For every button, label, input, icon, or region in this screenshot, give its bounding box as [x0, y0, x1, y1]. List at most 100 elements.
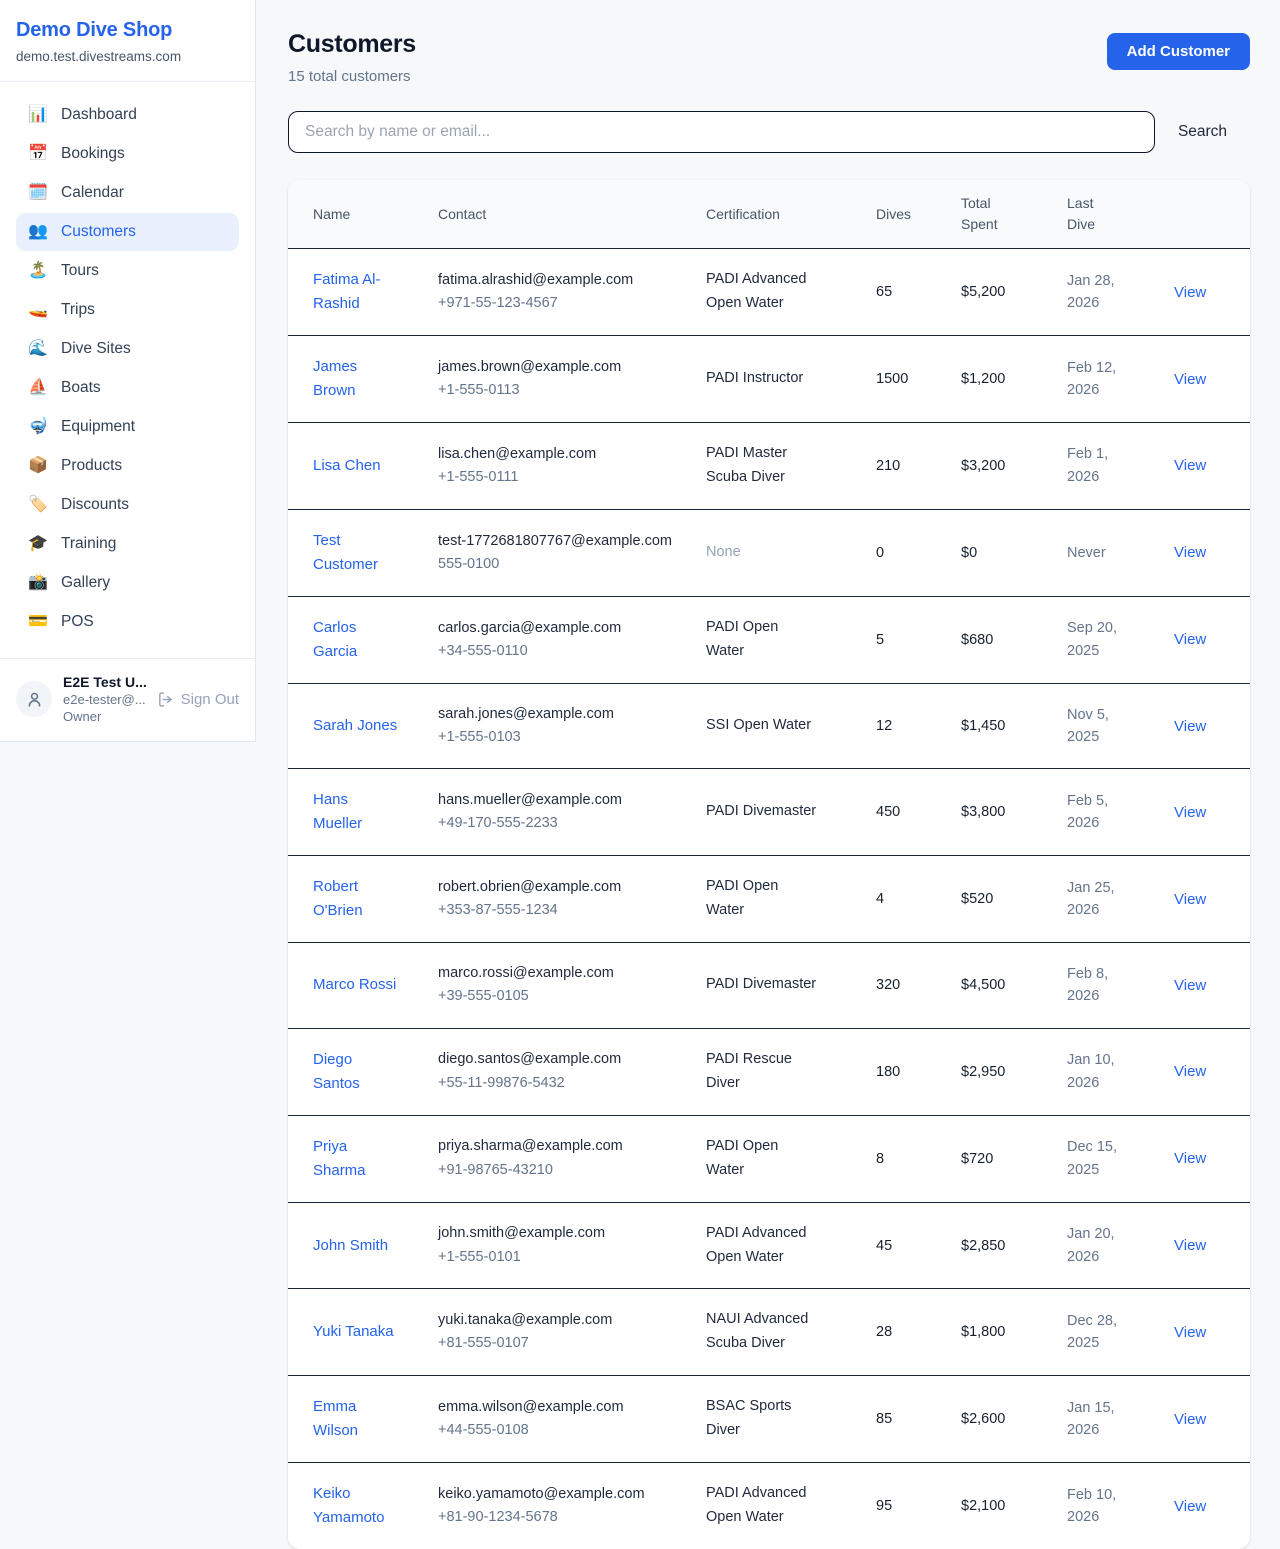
view-customer-link[interactable]: View — [1174, 804, 1206, 821]
customer-name-link[interactable]: Yuki Tanaka — [313, 1320, 394, 1344]
calendar-icon: 🗓️ — [28, 185, 48, 201]
view-customer-link[interactable]: View — [1174, 1237, 1206, 1254]
table-body: Fatima Al-Rashid fatima.alrashid@example… — [288, 249, 1250, 1549]
customer-dives: 85 — [876, 1376, 961, 1463]
view-customer-link[interactable]: View — [1174, 631, 1206, 648]
customers-icon: 👥 — [28, 224, 48, 240]
customer-name-link[interactable]: Sarah Jones — [313, 714, 397, 738]
view-customer-link[interactable]: View — [1174, 284, 1206, 301]
customer-dives: 320 — [876, 943, 961, 1028]
customer-name-link[interactable]: James Brown — [313, 355, 399, 403]
trips-icon: 🚤 — [28, 302, 48, 318]
user-name: E2E Test U... — [63, 674, 146, 690]
customer-email: robert.obrien@example.com — [438, 876, 694, 899]
customer-name-link[interactable]: Robert O'Brien — [313, 875, 399, 923]
column-header-certification: Certification — [706, 180, 876, 249]
search-button[interactable]: Search — [1155, 123, 1250, 141]
sidebar-item-calendar[interactable]: 🗓️ Calendar — [16, 174, 239, 212]
view-customer-link[interactable]: View — [1174, 1411, 1206, 1428]
customer-dives: 65 — [876, 249, 961, 336]
view-customer-link[interactable]: View — [1174, 718, 1206, 735]
sign-out-icon — [157, 691, 174, 708]
view-customer-link[interactable]: View — [1174, 544, 1206, 561]
customer-phone: +49-170-555-2233 — [438, 812, 694, 835]
customer-name-link[interactable]: Emma Wilson — [313, 1395, 399, 1443]
sidebar-item-trips[interactable]: 🚤 Trips — [16, 291, 239, 329]
sidebar-item-equipment[interactable]: 🤿 Equipment — [16, 408, 239, 446]
view-customer-link[interactable]: View — [1174, 891, 1206, 908]
table-row: Sarah Jones sarah.jones@example.com +1-5… — [288, 683, 1250, 768]
sidebar-item-products[interactable]: 📦 Products — [16, 447, 239, 485]
sidebar-item-customers[interactable]: 👥 Customers — [16, 213, 239, 251]
sidebar-item-training[interactable]: 🎓 Training — [16, 525, 239, 563]
customer-email: yuki.tanaka@example.com — [438, 1309, 694, 1332]
customer-phone: +91-98765-43210 — [438, 1159, 694, 1182]
page-title: Customers — [288, 30, 416, 59]
customer-last-dive: Dec 28, 2025 — [1067, 1289, 1174, 1376]
customer-name-link[interactable]: Marco Rossi — [313, 973, 396, 997]
customer-name-link[interactable]: Test Customer — [313, 529, 399, 577]
customer-total-spent: $5,200 — [961, 249, 1067, 336]
customer-phone: +81-90-1234-5678 — [438, 1506, 694, 1529]
view-customer-link[interactable]: View — [1174, 977, 1206, 994]
discounts-icon: 🏷️ — [28, 497, 48, 513]
customers-table-card: Name Contact Certification Dives Total S… — [288, 180, 1250, 1549]
customer-phone: +81-555-0107 — [438, 1332, 694, 1355]
view-customer-link[interactable]: View — [1174, 1324, 1206, 1341]
add-customer-button[interactable]: Add Customer — [1107, 33, 1250, 70]
search-input[interactable] — [288, 111, 1155, 153]
sidebar-item-discounts[interactable]: 🏷️ Discounts — [16, 486, 239, 524]
sidebar-item-boats[interactable]: ⛵ Boats — [16, 369, 239, 407]
customer-total-spent: $1,800 — [961, 1289, 1067, 1376]
table-row: Marco Rossi marco.rossi@example.com +39-… — [288, 943, 1250, 1028]
main-content: Customers 15 total customers Add Custome… — [256, 0, 1280, 1549]
customer-certification: PADI Advanced Open Water — [706, 1463, 876, 1549]
customer-last-dive: Feb 5, 2026 — [1067, 769, 1174, 856]
sidebar-item-pos[interactable]: 💳 POS — [16, 603, 239, 641]
sidebar-item-gallery[interactable]: 📸 Gallery — [16, 564, 239, 602]
customer-name-link[interactable]: Hans Mueller — [313, 788, 399, 836]
customer-name-link[interactable]: Carlos Garcia — [313, 616, 399, 664]
customer-name-link[interactable]: John Smith — [313, 1234, 388, 1258]
customer-certification: PADI Open Water — [706, 856, 876, 943]
view-customer-link[interactable]: View — [1174, 371, 1206, 388]
view-customer-link[interactable]: View — [1174, 457, 1206, 474]
customer-last-dive: Dec 15, 2025 — [1067, 1115, 1174, 1202]
sidebar: Demo Dive Shop demo.test.divestreams.com… — [0, 0, 256, 742]
view-customer-link[interactable]: View — [1174, 1063, 1206, 1080]
customer-name-link[interactable]: Fatima Al-Rashid — [313, 268, 399, 316]
customer-total-spent: $520 — [961, 856, 1067, 943]
customer-name-link[interactable]: Priya Sharma — [313, 1135, 399, 1183]
customer-name-link[interactable]: Lisa Chen — [313, 454, 381, 478]
customer-name-link[interactable]: Keiko Yamamoto — [313, 1482, 399, 1530]
customer-last-dive: Jan 15, 2026 — [1067, 1376, 1174, 1463]
table-row: Robert O'Brien robert.obrien@example.com… — [288, 856, 1250, 943]
sidebar-item-dashboard[interactable]: 📊 Dashboard — [16, 96, 239, 134]
customer-last-dive: Feb 12, 2026 — [1067, 336, 1174, 423]
customer-email: john.smith@example.com — [438, 1222, 694, 1245]
customer-name-link[interactable]: Diego Santos — [313, 1048, 399, 1096]
table-row: Yuki Tanaka yuki.tanaka@example.com +81-… — [288, 1289, 1250, 1376]
table-row: Lisa Chen lisa.chen@example.com +1-555-0… — [288, 423, 1250, 510]
user-role: Owner — [63, 709, 146, 724]
view-customer-link[interactable]: View — [1174, 1498, 1206, 1515]
view-customer-link[interactable]: View — [1174, 1150, 1206, 1167]
sidebar-item-tours[interactable]: 🏝️ Tours — [16, 252, 239, 290]
dashboard-icon: 📊 — [28, 107, 48, 123]
customer-total-spent: $1,450 — [961, 683, 1067, 768]
table-row: Carlos Garcia carlos.garcia@example.com … — [288, 596, 1250, 683]
training-icon: 🎓 — [28, 536, 48, 552]
customer-total-spent: $2,100 — [961, 1463, 1067, 1549]
customer-dives: 95 — [876, 1463, 961, 1549]
customer-certification: PADI Advanced Open Water — [706, 249, 876, 336]
customer-last-dive: Never — [1067, 509, 1174, 596]
sidebar-item-dive-sites[interactable]: 🌊 Dive Sites — [16, 330, 239, 368]
sidebar-item-bookings[interactable]: 📅 Bookings — [16, 135, 239, 173]
sign-out-button[interactable]: Sign Out — [157, 691, 239, 708]
customer-total-spent: $0 — [961, 509, 1067, 596]
customer-last-dive: Sep 20, 2025 — [1067, 596, 1174, 683]
customer-certification: PADI Master Scuba Diver — [706, 423, 876, 510]
avatar — [16, 681, 52, 717]
table-row: Priya Sharma priya.sharma@example.com +9… — [288, 1115, 1250, 1202]
customer-last-dive: Feb 8, 2026 — [1067, 943, 1174, 1028]
